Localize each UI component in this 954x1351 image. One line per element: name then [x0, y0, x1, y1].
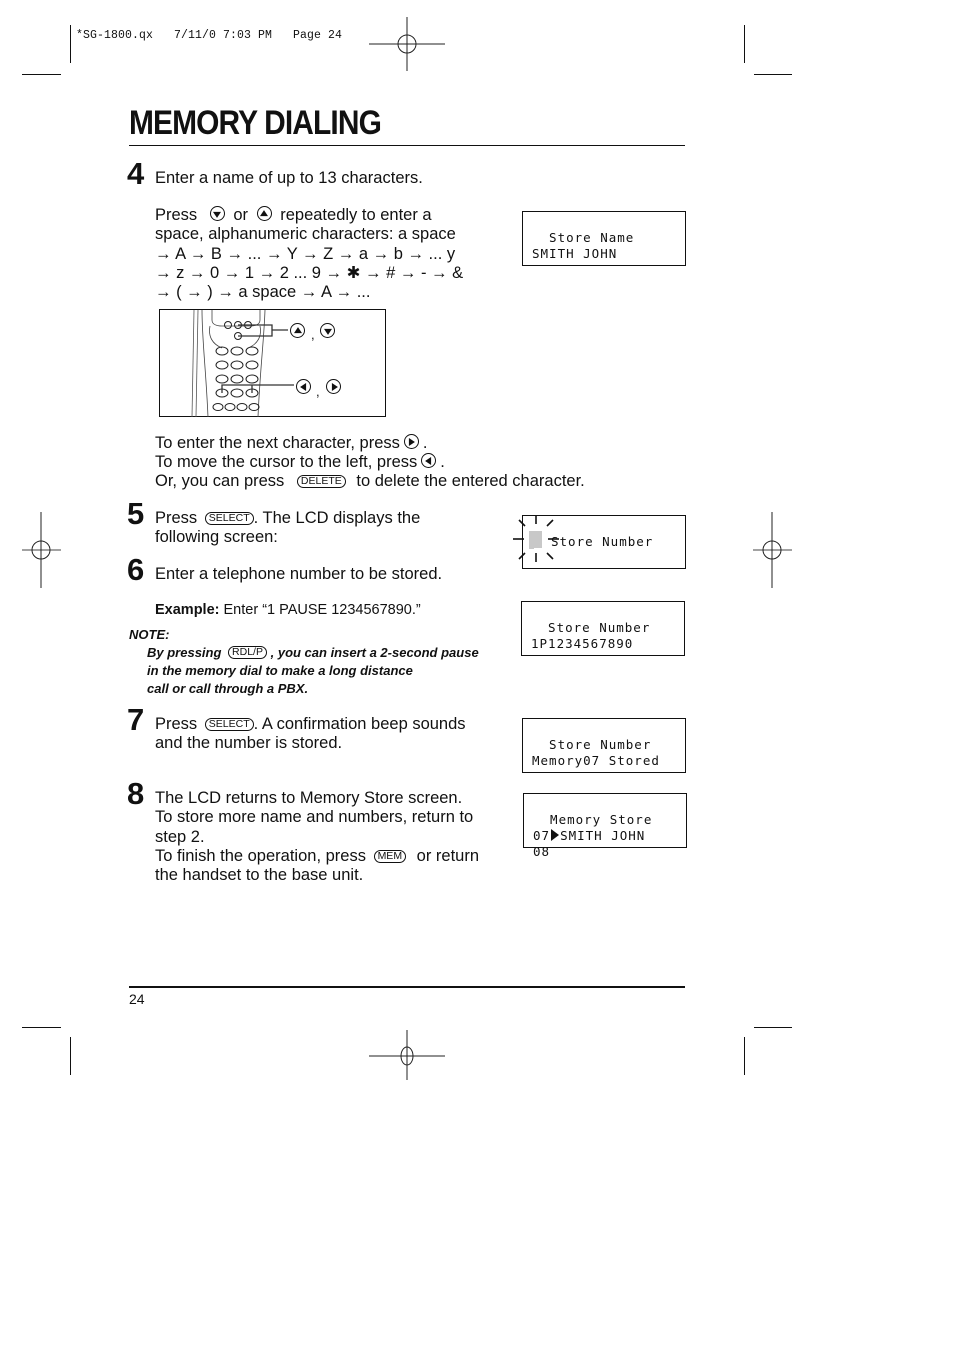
handset-illustration: , ,: [159, 309, 386, 418]
left-arrow-key-icon: [296, 379, 311, 394]
registration-mark-icon: [22, 512, 61, 588]
note-line3: call or call through a PBX.: [147, 681, 309, 696]
example-line: Example: Enter “1 PAUSE 1234567890.”: [155, 601, 421, 620]
note-line1: By pressing RDL/P , you can insert a 2-s…: [147, 644, 479, 662]
up-arrow-key-icon: [256, 206, 272, 221]
cursor-left-instruction: To move the cursor to the left, press.: [155, 453, 445, 471]
up-arrow-key-icon: [290, 323, 305, 338]
crop-mark: [22, 1027, 61, 1028]
step-7-line1: Press SELECT. A confirmation beep sounds: [155, 715, 466, 734]
crop-mark: [754, 1027, 792, 1028]
crop-mark: [754, 74, 792, 75]
step-4-heading: Enter a name of up to 13 characters.: [155, 169, 423, 187]
step-4-press-line: Press or repeatedly to enter a: [155, 206, 432, 225]
note-heading: NOTE:: [129, 627, 170, 642]
comma: ,: [311, 327, 315, 342]
lcd-number-stored: Store Number Memory07 Stored: [522, 718, 686, 773]
crop-mark: [70, 25, 71, 63]
lcd-line: 1P1234567890: [531, 636, 634, 651]
crop-mark: [22, 74, 61, 75]
lcd-line: Store Number: [532, 737, 652, 752]
lcd-line: 08: [533, 844, 551, 859]
step-4-number: 4: [127, 156, 145, 191]
print-slug: *SG-1800.qx 7/11/0 7:03 PM Page 24: [76, 29, 343, 42]
finish-pre-text: To finish the operation, press: [155, 847, 366, 865]
example-label: Example:: [155, 602, 220, 618]
delete-key: DELETE: [296, 475, 346, 488]
step-8-line4: To finish the operation, press MEM or re…: [155, 847, 479, 866]
rdl-p-key: RDL/P: [228, 646, 267, 659]
title-rule: [129, 145, 685, 146]
step-7-number: 7: [127, 702, 145, 737]
step-5-line2: following screen:: [155, 528, 278, 546]
lcd-memory-name: SMITH JOHN: [560, 828, 646, 843]
step-8-line2: To store more name and numbers, return t…: [155, 808, 474, 826]
lcd-line: Memory Store: [533, 812, 653, 827]
comma: ,: [316, 384, 320, 399]
lcd-line: Store Number: [551, 534, 654, 549]
press-line-rest: repeatedly to enter a: [280, 206, 432, 224]
registration-mark-icon: [369, 17, 445, 71]
lcd-line: SMITH JOHN: [532, 246, 618, 261]
delete-instruction: Or, you can press DELETE to delete the e…: [155, 472, 585, 491]
lcd-memory-slot: 07: [533, 828, 551, 843]
example-text: Enter “1 PAUSE 1234567890.”: [223, 602, 421, 618]
right-arrow-key-icon: [403, 434, 419, 449]
step-5-text: . The LCD displays the: [253, 509, 421, 527]
step-6-text: Enter a telephone number to be stored.: [155, 565, 443, 583]
lcd-line: Store Number: [531, 620, 651, 635]
note-post-text: , you can insert a 2-second pause: [270, 645, 479, 660]
left-arrow-key-icon: [421, 453, 437, 468]
footer-rule: [129, 986, 685, 988]
lcd-store-number-entered: Store Number 1P1234567890: [521, 601, 685, 656]
delete-post-text: to delete the entered character.: [356, 472, 585, 490]
right-arrow-key-icon: [326, 379, 341, 394]
down-arrow-key-icon: [209, 206, 225, 221]
handset-keypad-icon: [191, 310, 294, 418]
step-5-line1: Press SELECT. The LCD displays the: [155, 509, 420, 528]
lcd-line: 07 SMITH JOHN: [533, 828, 686, 844]
char-sequence-line: → ( → ) → a space → A → ...: [155, 283, 371, 301]
crop-mark: [744, 25, 745, 63]
press-word: Press: [155, 206, 198, 224]
select-key: SELECT: [204, 718, 254, 731]
step-8-line5: the handset to the base unit.: [155, 866, 364, 884]
mem-key: MEM: [373, 850, 407, 863]
crop-mark: [70, 1037, 71, 1075]
finish-post-text: or return: [416, 847, 480, 865]
step-8-line3: step 2.: [155, 828, 205, 846]
down-arrow-key-icon: [320, 323, 335, 338]
step-8-number: 8: [127, 776, 145, 811]
page-number: 24: [129, 991, 145, 1007]
note-line2: in the memory dial to make a long distan…: [147, 663, 413, 678]
press-word: Press: [155, 509, 198, 527]
next-char-instruction: To enter the next character, press.: [155, 434, 428, 452]
char-sequence-line: → A → B → ... → Y → Z → a → b → ... y: [155, 245, 456, 263]
step-5-number: 5: [127, 496, 145, 531]
step-7-text: . A confirmation beep sounds: [253, 715, 466, 733]
select-key: SELECT: [204, 512, 254, 525]
char-sequence-line: → z → 0 → 1 → 2 ... 9 → ✱ → # → - → &: [155, 264, 464, 282]
selection-pointer-icon: [551, 829, 560, 841]
note-pre-text: By pressing: [147, 645, 222, 660]
delete-pre-text: Or, you can press: [155, 472, 285, 490]
lcd-line: Store Name: [532, 230, 635, 245]
registration-mark-icon: [369, 1030, 445, 1080]
cursor-left-text: To move the cursor to the left, press: [155, 453, 418, 471]
press-word: Press: [155, 715, 198, 733]
crop-mark: [744, 1037, 745, 1075]
next-char-text: To enter the next character, press: [155, 434, 400, 452]
registration-mark-icon: [753, 512, 792, 588]
step-7-line2: and the number is stored.: [155, 734, 343, 752]
lcd-store-name: Store Name SMITH JOHN: [522, 211, 686, 266]
lcd-line: Memory07 Stored: [532, 753, 660, 768]
or-word: or: [233, 206, 249, 224]
lcd-memory-store: Memory Store 07 SMITH JOHN 08: [523, 793, 687, 859]
page-title: MEMORY DIALING: [129, 104, 382, 142]
step-6-number: 6: [127, 552, 145, 587]
step-8-line1: The LCD returns to Memory Store screen.: [155, 789, 463, 807]
char-sequence-line: space, alphanumeric characters: a space: [155, 225, 456, 243]
blink-rays-icon: [513, 515, 559, 562]
